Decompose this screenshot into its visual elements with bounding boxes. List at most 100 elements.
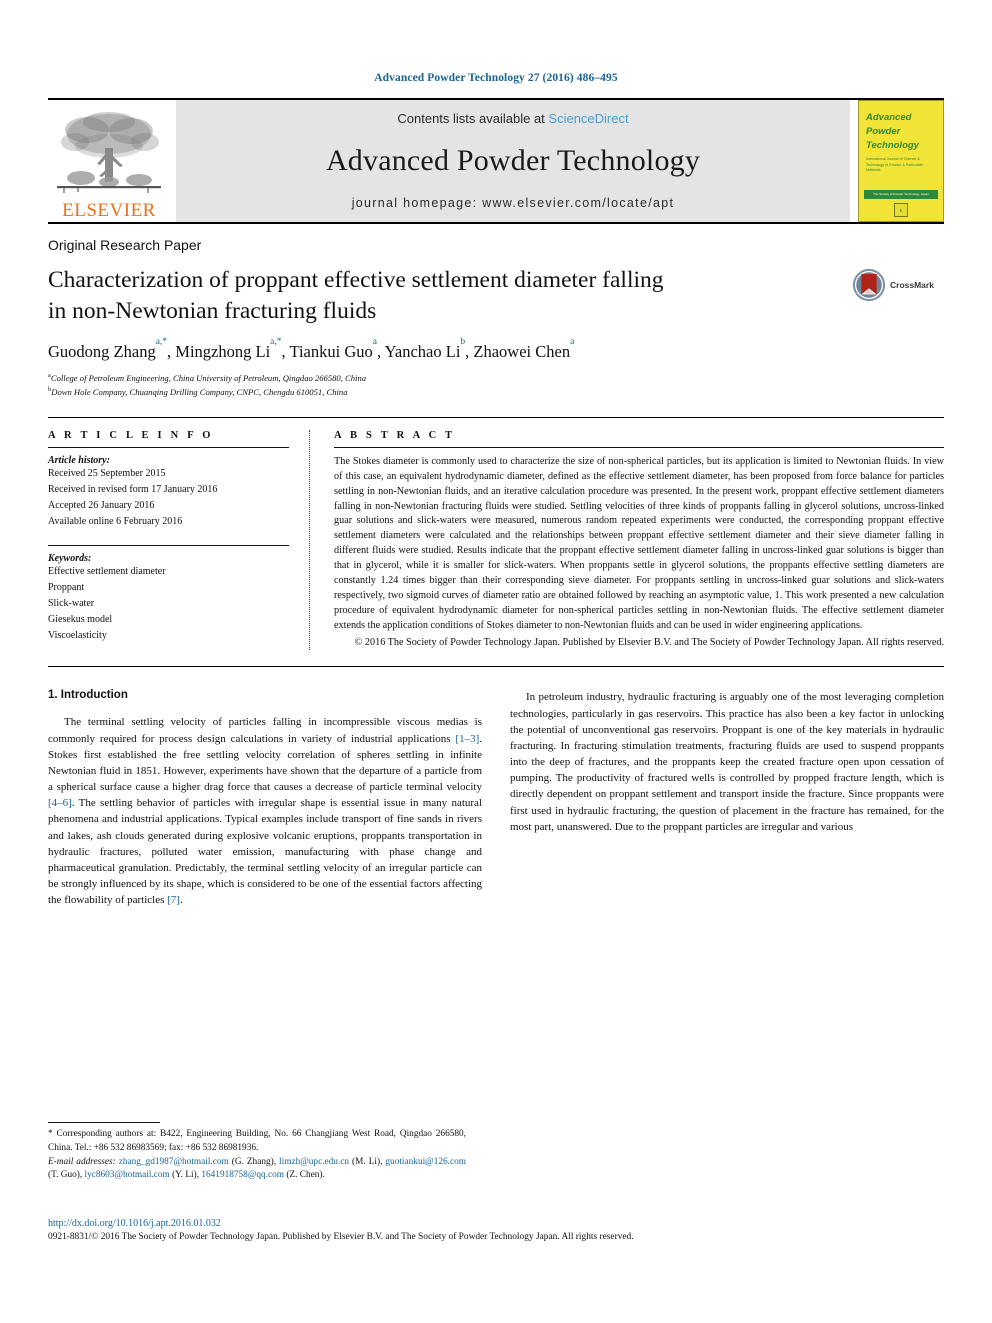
author-entry: Zhaowei Chena [473, 337, 574, 361]
email-note: E-mail addresses: zhang_gd1987@hotmail.c… [48, 1156, 466, 1184]
email-owner: (Y. Li), [169, 1170, 202, 1181]
abstract-rule [334, 446, 944, 448]
email-link[interactable]: limzh@upc.edu.cn [279, 1157, 349, 1167]
footnote-area: * Corresponding authors at: B422, Engine… [48, 1122, 466, 1183]
affiliation-text: Down Hole Company, Chuanqing Drilling Co… [51, 386, 348, 397]
elsevier-logo: ELSEVIER [48, 100, 170, 222]
keyword-item: Viscoelasticity [48, 630, 107, 642]
body-column-left: 1. Introduction The terminal settling ve… [48, 689, 482, 908]
abstract-body: The Stokes diameter is commonly used to … [334, 455, 944, 631]
email-owner: (T. Guo), [48, 1170, 85, 1181]
email-link[interactable]: zhang_gd1987@hotmail.com [119, 1157, 229, 1167]
abstract-copyright: © 2016 The Society of Powder Technology … [354, 636, 944, 648]
history-item: Received in revised form 17 January 2016 [48, 484, 218, 496]
keywords-list: Effective settlement diameter Proppant S… [48, 564, 289, 645]
citation-ref-1-3[interactable]: [1–3] [455, 733, 479, 745]
running-head: Advanced Powder Technology 27 (2016) 486… [374, 72, 618, 84]
info-abstract-band: A R T I C L E I N F O Article history: R… [48, 418, 944, 651]
author-sep: , [376, 341, 385, 361]
intro-paragraph-1: The terminal settling velocity of partic… [48, 714, 482, 908]
email-link[interactable]: guotiankui@126.com [385, 1157, 466, 1167]
cover-title-line2: Powder [866, 125, 901, 137]
journal-homepage-line[interactable]: journal homepage: www.elsevier.com/locat… [352, 196, 675, 210]
contents-available-line: Contents lists available at ScienceDirec… [397, 111, 628, 126]
section-heading-introduction: 1. Introduction [48, 689, 128, 702]
cover-subtitle: International Journal of Science & Techn… [866, 157, 923, 173]
email-owner: (G. Zhang), [228, 1156, 280, 1167]
cover-title-line1: Advanced [866, 112, 912, 123]
title-line-1: Characterization of proppant effective s… [48, 267, 664, 293]
intro-paragraph-2: In petroleum industry, hydraulic fractur… [510, 691, 944, 833]
elsevier-wordmark: ELSEVIER [62, 200, 156, 221]
band-bottom-rule [48, 666, 944, 668]
article-info-column: A R T I C L E I N F O Article history: R… [48, 429, 310, 651]
article-type-label: Original Research Paper [48, 237, 202, 253]
author-name: Tiankui Guo [289, 341, 373, 361]
abstract-heading: A B S T R A C T [334, 429, 456, 441]
citation-ref-7[interactable]: [7] [167, 894, 180, 906]
corresponding-author-note: * Corresponding authors at: B422, Engine… [48, 1129, 466, 1153]
title-line-2: in non-Newtonian fracturing fluids [48, 298, 377, 325]
footer-block: http://dx.doi.org/10.1016/j.apt.2016.01.… [48, 1218, 944, 1242]
author-name: Zhaowei Chen [473, 341, 571, 361]
email-owner: (M. Li), [349, 1156, 386, 1167]
footnote-divider [48, 1122, 160, 1123]
citation-ref-4-6[interactable]: [4–6] [48, 797, 72, 809]
crossmark-label: CrossMark [890, 280, 934, 290]
author-name: Guodong Zhang [48, 341, 156, 361]
author-sup: a,* [270, 337, 282, 348]
journal-cover-thumbnail[interactable]: Advanced Powder Technology International… [858, 100, 944, 222]
masthead-center-panel: Contents lists available at ScienceDirec… [176, 100, 850, 222]
elsevier-tree-icon [57, 112, 161, 193]
author-sup: a [570, 337, 575, 348]
cover-greenbar-text: The Society of Powder Technology, Japan [873, 192, 929, 196]
email-label: E-mail addresses: [48, 1156, 116, 1167]
author-entry: Guodong Zhanga,*, [48, 337, 175, 361]
crossmark-badge-icon [852, 268, 886, 302]
title-block: Characterization of proppant effective s… [48, 265, 944, 328]
keywords-label: Keywords: [48, 552, 92, 564]
article-info-rule [48, 446, 289, 448]
affiliation-text: College of Petroleum Engineering, China … [50, 372, 367, 383]
author-sup: a [372, 337, 377, 348]
author-entry: Tiankui Guoa, [289, 337, 385, 361]
email-owner: (Z. Chen). [284, 1170, 325, 1181]
keyword-item: Slick-water [48, 597, 95, 609]
keywords-block: Keywords: Effective settlement diameter … [48, 544, 289, 645]
intro-text-a: The terminal settling velocity of partic… [48, 716, 482, 745]
masthead-bottom-rule [48, 222, 944, 224]
journal-title: Advanced Powder Technology [325, 144, 701, 177]
cover-title: Advanced Powder Technology [866, 111, 936, 152]
abstract-column: A B S T R A C T The Stokes diameter is c… [310, 430, 944, 651]
article-history-label: Article history: [48, 454, 110, 466]
author-name: Mingzhong Li [175, 341, 271, 361]
keyword-item: Giesekus model [48, 614, 113, 626]
body-columns: 1. Introduction The terminal settling ve… [48, 689, 944, 908]
email-link[interactable]: 1641918758@qq.com [201, 1170, 284, 1180]
cover-title-line3: Technology [866, 139, 919, 151]
history-item: Received 25 September 2015 [48, 467, 166, 479]
article-history-list: Received 25 September 2015 Received in r… [48, 466, 289, 531]
author-name: Yanchao Li [384, 341, 461, 361]
keyword-item: Effective settlement diameter [48, 565, 166, 577]
crossmark-badge[interactable]: CrossMark [852, 265, 944, 302]
page-title: Characterization of proppant effective s… [48, 265, 852, 328]
cover-green-bar: The Society of Powder Technology, Japan [864, 190, 938, 199]
paper-page: Advanced Powder Technology 27 (2016) 486… [0, 0, 992, 1323]
history-item: Available online 6 February 2016 [48, 516, 183, 528]
cover-publisher-mark: E [894, 203, 908, 217]
article-info-heading: A R T I C L E I N F O [48, 429, 214, 441]
keywords-rule [48, 544, 289, 546]
intro-text-end: . [179, 894, 183, 907]
body-column-right: In petroleum industry, hydraulic fractur… [510, 689, 944, 908]
intro-text-c: . The settling behavior of particles wit… [48, 797, 482, 907]
author-entry: Yanchao Lib, [384, 337, 474, 361]
history-item: Accepted 26 January 2016 [48, 500, 155, 512]
affiliation-list: aCollege of Petroleum Engineering, China… [48, 371, 944, 399]
contents-prefix: Contents lists available at [397, 111, 549, 126]
sciencedirect-link[interactable]: ScienceDirect [548, 111, 628, 126]
author-entry: Mingzhong Lia,*, [175, 337, 289, 361]
author-sup: b [460, 337, 466, 348]
doi-link[interactable]: http://dx.doi.org/10.1016/j.apt.2016.01.… [48, 1218, 944, 1229]
email-link[interactable]: lyc8603@hotmail.com [85, 1170, 170, 1180]
